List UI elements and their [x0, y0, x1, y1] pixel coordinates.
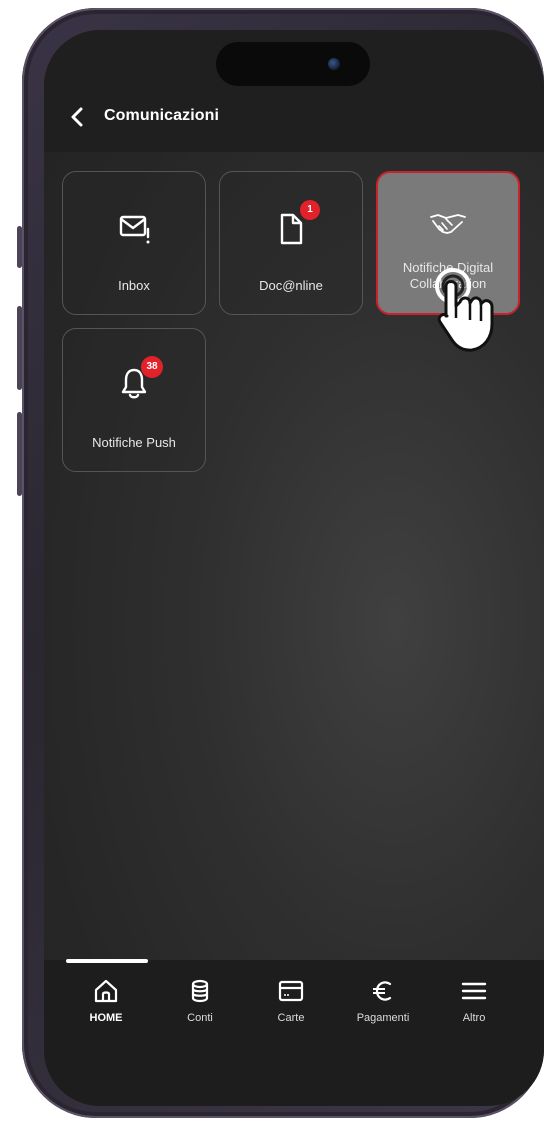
tile-digital-collaboration[interactable]: Notifiche Digital Collaboration [376, 171, 520, 315]
tile-doconline-label: Doc@nline [259, 278, 323, 293]
mail-icon [119, 215, 150, 244]
volume-up-button [17, 306, 22, 390]
tab-pagamenti-label: Pagamenti [356, 1012, 410, 1024]
tab-home-label: HOME [89, 1012, 123, 1024]
tab-home[interactable]: HOME [66, 978, 146, 1038]
tab-pagamenti[interactable]: Pagamenti [343, 978, 423, 1038]
database-icon [191, 979, 209, 1003]
home-icon [94, 979, 118, 1003]
tab-altro-label: Altro [462, 1012, 486, 1024]
tab-indicator [66, 959, 148, 963]
silent-switch [17, 226, 22, 268]
tile-inbox-label: Inbox [118, 278, 150, 293]
handshake-icon [430, 214, 466, 234]
app-screen: Comunicazioni Inbox 1 Doc@nline Notifich… [44, 30, 544, 1106]
menu-icon [461, 982, 487, 1000]
back-button[interactable] [66, 105, 90, 129]
tile-notifiche-push[interactable]: 38 Notifiche Push [62, 328, 206, 472]
tab-carte-label: Carte [277, 1012, 305, 1024]
page-title: Comunicazioni [104, 107, 220, 124]
tab-altro[interactable]: Altro [434, 978, 514, 1038]
tile-inbox[interactable]: Inbox [62, 171, 206, 315]
chevron-left-icon [71, 107, 83, 127]
tab-conti[interactable]: Conti [160, 978, 240, 1038]
tile-doconline[interactable]: 1 Doc@nline [219, 171, 363, 315]
camera-icon [328, 58, 340, 70]
tab-carte[interactable]: Carte [251, 978, 331, 1038]
tile-notifiche-push-label: Notifiche Push [92, 435, 176, 450]
tile-digital-collaboration-label: Notifiche Digital Collaboration [402, 260, 494, 291]
push-badge: 38 [141, 356, 163, 378]
dynamic-island [216, 42, 370, 86]
card-icon [278, 980, 304, 1002]
doconline-badge: 1 [300, 200, 320, 220]
volume-down-button [17, 412, 22, 496]
tab-conti-label: Conti [187, 1012, 213, 1024]
euro-icon [373, 981, 392, 1001]
